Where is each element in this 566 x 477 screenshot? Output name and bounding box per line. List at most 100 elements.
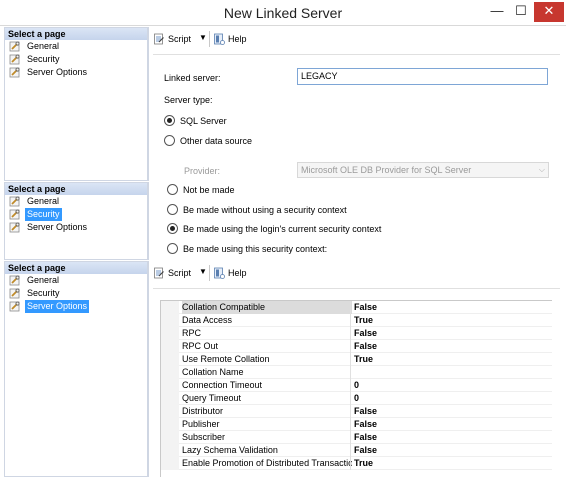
column-separator [350,418,351,431]
row-gutter [161,327,179,340]
radio-button-icon [167,243,178,254]
property-row[interactable]: Query Timeout 0 [161,392,552,405]
row-gutter [161,444,179,457]
without-security-context-radio[interactable]: Be made without using a security context [167,203,347,217]
page-item-general[interactable]: General [5,195,147,208]
radio-button-icon [164,135,175,146]
property-name: Connection Timeout [182,380,263,390]
row-gutter [161,301,179,314]
not-be-made-radio[interactable]: Not be made [167,183,235,197]
wrench-page-icon [9,67,21,78]
radio-button-icon [167,184,178,195]
column-separator [350,340,351,353]
wrench-page-icon [9,41,21,52]
other-data-source-radio[interactable]: Other data source [164,134,252,148]
property-value[interactable]: False [354,405,377,418]
property-value[interactable]: True [354,314,373,327]
property-name: Collation Compatible [182,301,352,314]
property-name: Query Timeout [182,393,242,403]
property-row[interactable]: Distributor False [161,405,552,418]
property-row[interactable]: Use Remote Collation True [161,353,552,366]
page-item-server-options[interactable]: Server Options [5,221,147,234]
wrench-page-icon [9,288,21,299]
property-row[interactable]: Publisher False [161,418,552,431]
help-button[interactable]: Help [213,32,247,46]
property-value[interactable]: False [354,340,377,353]
column-separator [350,379,351,392]
script-icon [153,33,165,45]
property-value[interactable]: False [354,418,377,431]
row-gutter [161,340,179,353]
page-selector-security: Select a page General Security Server Op… [4,182,148,260]
column-separator [350,314,351,327]
script-dropdown-arrow[interactable]: ▼ [199,267,207,276]
column-separator [350,431,351,444]
page-item-general[interactable]: General [5,274,147,287]
property-value[interactable]: False [354,327,377,340]
script-button[interactable]: Script [153,32,191,46]
property-value[interactable]: True [354,353,373,366]
property-name: RPC [182,328,202,338]
property-row[interactable]: Enable Promotion of Distributed Transact… [161,457,552,470]
property-row[interactable]: Collation Name [161,366,552,379]
chevron-down-icon: ⌵ [538,165,545,174]
sql-server-radio[interactable]: SQL Server [164,114,227,128]
property-row[interactable]: Collation Compatible False [161,301,552,314]
column-separator [350,457,351,470]
property-value[interactable]: False [354,444,377,457]
property-row[interactable]: RPC Out False [161,340,552,353]
minimize-button[interactable]: — [486,2,508,22]
property-value[interactable]: 0 [354,392,359,405]
divider [153,54,560,55]
property-name: Data Access [182,315,233,325]
page-item-server-options[interactable]: Server Options [5,66,147,79]
page-item-security[interactable]: Security [5,53,147,66]
row-gutter [161,405,179,418]
script-button[interactable]: Script [153,266,191,280]
provider-dropdown[interactable]: Microsoft OLE DB Provider for SQL Server… [297,162,549,178]
select-page-header: Select a page [5,262,147,274]
column-separator [350,353,351,366]
page-selector-general: Select a page General Security Server Op… [4,27,148,181]
row-gutter [161,366,179,379]
title-bar: New Linked Server — ☐ ✕ [0,0,566,26]
page-item-server-options[interactable]: Server Options [5,300,147,313]
wrench-page-icon [9,54,21,65]
property-row[interactable]: RPC False [161,327,552,340]
property-name: RPC Out [182,341,219,351]
login-current-context-radio[interactable]: Be made using the login's current securi… [167,222,381,236]
radio-button-icon [164,115,175,126]
wrench-page-icon [9,196,21,207]
wrench-page-icon [9,275,21,286]
property-value[interactable]: False [354,301,377,314]
page-item-general[interactable]: General [5,40,147,53]
maximize-button[interactable]: ☐ [510,2,532,22]
column-separator [350,327,351,340]
wrench-page-icon [9,209,21,220]
script-dropdown-arrow[interactable]: ▼ [199,33,207,42]
row-gutter [161,353,179,366]
linked-server-label: Linked server: [164,73,221,83]
help-button[interactable]: Help [213,266,247,280]
radio-button-icon [167,223,178,234]
linked-server-input[interactable]: LEGACY [297,68,548,85]
property-value[interactable]: 0 [354,379,359,392]
property-row[interactable]: Subscriber False [161,431,552,444]
this-security-context-radio[interactable]: Be made using this security context: [167,242,327,256]
property-value[interactable]: False [354,431,377,444]
property-name: Enable Promotion of Distributed Transact… [182,458,352,468]
property-name: Subscriber [182,432,226,442]
toolbar-separator [209,31,210,47]
toolbar: Script ▼ Help [149,261,566,285]
row-gutter [161,418,179,431]
close-button[interactable]: ✕ [534,2,564,22]
page-item-security[interactable]: Security [5,208,147,221]
page-item-security[interactable]: Security [5,287,147,300]
property-row[interactable]: Connection Timeout 0 [161,379,552,392]
server-options-grid: Collation Compatible False Data Access True… [160,300,552,477]
row-gutter [161,392,179,405]
property-row[interactable]: Data Access True [161,314,552,327]
property-row[interactable]: Lazy Schema Validation False [161,444,552,457]
property-name: Publisher [182,419,220,429]
property-value[interactable]: True [354,457,373,470]
